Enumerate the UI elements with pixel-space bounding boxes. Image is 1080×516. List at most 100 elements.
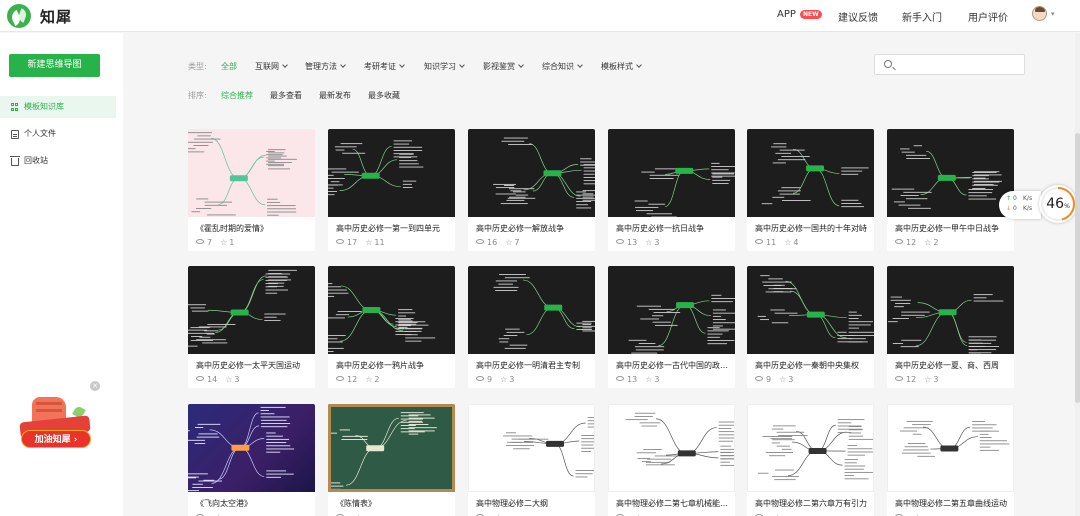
template-title[interactable]: 高中物理必修二第七章机械能守恒定律 xyxy=(616,498,728,509)
user-avatar[interactable] xyxy=(1032,6,1047,21)
template-thumbnail[interactable] xyxy=(887,129,1014,217)
template-thumbnail[interactable] xyxy=(747,404,874,492)
sidebar-item-templates[interactable]: 模板知识库 xyxy=(0,96,116,118)
template-title[interactable]: 高中历史必修一第一到四单元 xyxy=(336,223,448,234)
template-card[interactable]: 高中历史必修一国共的十年对峙 11 ☆ 4 xyxy=(747,129,874,251)
type-filter-internet[interactable]: 互联网 xyxy=(255,61,288,72)
template-title[interactable]: 高中历史必修一国共的十年对峙 xyxy=(755,223,867,234)
search-input[interactable] xyxy=(897,58,1017,71)
sort-most-viewed[interactable]: 最多查看 xyxy=(270,90,302,101)
template-title[interactable]: 高中物理必修二大纲 xyxy=(476,498,588,509)
template-title[interactable]: 高中历史必修一明清君主专制 xyxy=(476,360,588,371)
template-title[interactable]: 《飞向太空港》 xyxy=(196,498,308,509)
download-speed-unit: K/s xyxy=(1023,205,1033,212)
type-filter-exams[interactable]: 考研考证 xyxy=(364,61,405,72)
star-icon[interactable]: ☆ xyxy=(779,375,786,384)
logo-text[interactable]: 知犀 xyxy=(40,6,72,27)
template-thumbnail[interactable] xyxy=(468,404,595,492)
type-filter-all[interactable]: 全部 xyxy=(221,61,237,72)
template-card[interactable]: 高中历史必修一鸦片战争 12 ☆ 2 xyxy=(328,266,455,388)
template-thumbnail[interactable] xyxy=(747,129,874,217)
sort-newest[interactable]: 最新发布 xyxy=(319,90,351,101)
star-icon[interactable]: ☆ xyxy=(365,375,372,384)
sort-most-starred[interactable]: 最多收藏 xyxy=(368,90,400,101)
sort-recommended[interactable]: 综合推荐 xyxy=(221,90,253,101)
nav-feedback-link[interactable]: 建议反馈 xyxy=(838,9,878,24)
template-card[interactable]: 高中历史必修一明清君主专制 9 ☆ 3 xyxy=(468,266,595,388)
close-icon[interactable]: ✕ xyxy=(90,381,100,391)
nav-app-link[interactable]: APP xyxy=(777,9,796,20)
template-title[interactable]: 高中历史必修一太平天国运动 xyxy=(196,360,308,371)
template-title[interactable]: 高中历史必修一鸦片战争 xyxy=(336,360,448,371)
template-card[interactable]: 高中物理必修二第七章机械能守恒定律☆ xyxy=(608,404,735,516)
star-icon[interactable]: ☆ xyxy=(220,238,227,247)
template-title[interactable]: 高中物理必修二第六章万有引力 xyxy=(755,498,867,509)
logo-icon[interactable] xyxy=(7,4,31,28)
template-thumbnail[interactable] xyxy=(188,129,315,217)
type-filter-management[interactable]: 管理方法 xyxy=(305,61,346,72)
template-card[interactable]: 高中历史必修一解放战争 16 ☆ 7 xyxy=(468,129,595,251)
template-card[interactable]: 高中历史必修一古代中国的政治制度 13 ☆3 xyxy=(608,266,735,388)
type-filter-styles[interactable]: 模板样式 xyxy=(601,61,642,72)
template-title[interactable]: 《陈情表》 xyxy=(336,498,448,509)
template-card[interactable]: 高中物理必修二大纲☆ xyxy=(468,404,595,516)
template-card[interactable]: 《飞向太空港》☆ xyxy=(188,404,315,516)
template-card[interactable]: 高中历史必修一太平天国运动 14 ☆ 3 xyxy=(188,266,315,388)
page-scrollbar[interactable] xyxy=(1075,33,1080,516)
template-thumbnail[interactable] xyxy=(188,266,315,354)
template-stats: 17 ☆ 11 xyxy=(336,238,385,247)
template-card[interactable]: 高中物理必修二第六章万有引力☆ xyxy=(747,404,874,516)
star-icon[interactable]: ☆ xyxy=(924,375,931,384)
memory-usage-ring[interactable]: 46% xyxy=(1039,185,1077,223)
template-title[interactable]: 高中物理必修二第五章曲线运动 xyxy=(895,498,1007,509)
template-title[interactable]: 高中历史必修一秦朝中央集权 xyxy=(755,360,867,371)
template-thumbnail[interactable] xyxy=(188,404,315,492)
star-icon[interactable]: ☆ xyxy=(924,238,931,247)
template-card[interactable]: 高中历史必修一甲午中日战争 12 ☆ 2 xyxy=(887,129,1014,251)
template-thumbnail[interactable] xyxy=(328,129,455,217)
template-card[interactable]: 高中历史必修一抗日战争 13 ☆ 3 xyxy=(608,129,735,251)
template-thumbnail[interactable] xyxy=(608,129,735,217)
template-thumbnail[interactable] xyxy=(608,404,735,492)
star-icon[interactable]: ☆ xyxy=(645,375,652,384)
type-filter-film[interactable]: 影视鉴赏 xyxy=(483,61,524,72)
template-title[interactable]: 高中历史必修一古代中国的政治制度 xyxy=(616,360,728,371)
search-field[interactable] xyxy=(874,54,1025,75)
chevron-down-icon[interactable]: ▾ xyxy=(1051,10,1055,18)
template-thumbnail[interactable] xyxy=(747,266,874,354)
sidebar-item-personal-files[interactable]: 个人文件 xyxy=(0,123,116,145)
sidebar-item-trash[interactable]: 回收站 xyxy=(0,150,116,172)
promo-banner[interactable]: ✕ 加油知犀 › xyxy=(18,381,100,471)
type-filter-general[interactable]: 综合知识 xyxy=(542,61,583,72)
star-icon[interactable]: ☆ xyxy=(645,238,652,247)
star-icon[interactable]: ☆ xyxy=(365,238,372,247)
template-card[interactable]: 高中历史必修一夏、商、西周 12 ☆ 3 xyxy=(887,266,1014,388)
template-thumbnail[interactable] xyxy=(468,129,595,217)
template-card[interactable]: 高中历史必修一秦朝中央集权 9 ☆ 3 xyxy=(747,266,874,388)
template-card[interactable]: 高中历史必修一第一到四单元 17 ☆ 11 xyxy=(328,129,455,251)
new-mindmap-button[interactable]: 新建思维导图 xyxy=(9,54,100,77)
template-card[interactable]: 《陈情表》☆ xyxy=(328,404,455,516)
template-thumbnail[interactable] xyxy=(608,266,735,354)
star-icon[interactable]: ☆ xyxy=(225,375,232,384)
template-card[interactable]: 高中物理必修二第五章曲线运动☆ xyxy=(887,404,1014,516)
star-icon[interactable]: ☆ xyxy=(784,238,791,247)
scrollbar-thumb[interactable] xyxy=(1075,133,1080,403)
nav-review-link[interactable]: 用户评价 xyxy=(968,9,1008,24)
promo-cheer-button[interactable]: 加油知犀 › xyxy=(21,430,91,448)
template-title[interactable]: 高中历史必修一解放战争 xyxy=(476,223,588,234)
template-title[interactable]: 《霍乱时期的爱情》 xyxy=(196,223,308,234)
template-title[interactable]: 高中历史必修一夏、商、西周 xyxy=(895,360,1007,371)
template-thumbnail[interactable] xyxy=(328,404,455,492)
template-thumbnail[interactable] xyxy=(887,404,1014,492)
type-filter-learning[interactable]: 知识学习 xyxy=(424,61,465,72)
template-thumbnail[interactable] xyxy=(468,266,595,354)
template-card[interactable]: 《霍乱时期的爱情》 7 ☆ 1 xyxy=(188,129,315,251)
template-thumbnail[interactable] xyxy=(328,266,455,354)
template-thumbnail[interactable] xyxy=(887,266,1014,354)
nav-guide-link[interactable]: 新手入门 xyxy=(902,9,942,24)
template-title[interactable]: 高中历史必修一甲午中日战争 xyxy=(895,223,1007,234)
star-icon[interactable]: ☆ xyxy=(505,238,512,247)
star-icon[interactable]: ☆ xyxy=(500,375,507,384)
template-title[interactable]: 高中历史必修一抗日战争 xyxy=(616,223,728,234)
